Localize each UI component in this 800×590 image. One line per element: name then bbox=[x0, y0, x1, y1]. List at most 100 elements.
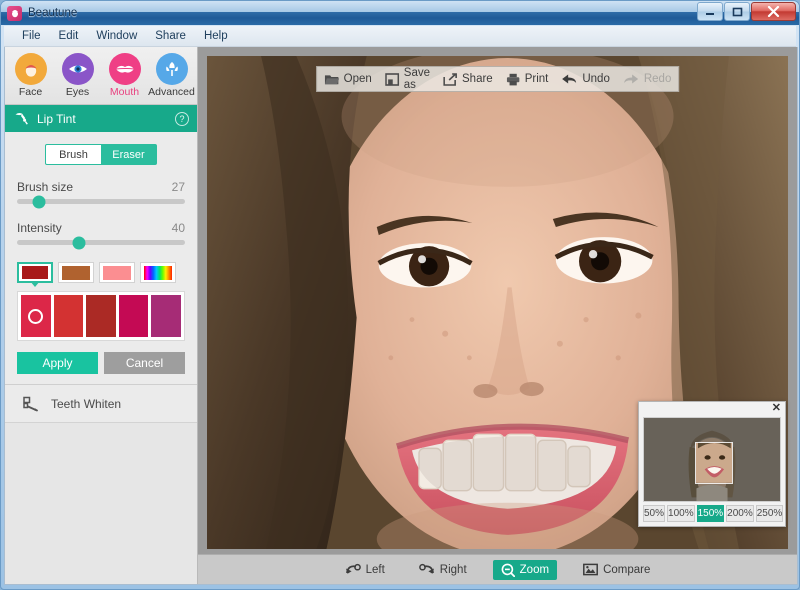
pink-swatch-fill bbox=[103, 266, 131, 280]
application-window: Beautune File Edit Window Share Help bbox=[0, 0, 800, 590]
undo-arrow-icon bbox=[561, 73, 577, 85]
close-button[interactable] bbox=[751, 2, 796, 21]
maximize-button[interactable] bbox=[724, 2, 750, 21]
zoom-level-buttons: 50% 100% 150% 200% 250% bbox=[643, 505, 781, 522]
lip-tint-controls: Brush Eraser Brush size 27 Intensity 40 bbox=[5, 132, 197, 385]
category-advanced[interactable]: Advanced bbox=[149, 53, 195, 98]
redo-button[interactable]: Redo bbox=[623, 73, 672, 85]
rainbow-swatch[interactable] bbox=[140, 262, 176, 283]
zoom-level-50[interactable]: 50% bbox=[643, 505, 665, 522]
palette-color-3[interactable] bbox=[86, 295, 116, 337]
section-title: Lip Tint bbox=[37, 112, 76, 126]
print-button[interactable]: Print bbox=[506, 73, 549, 86]
category-eyes[interactable]: Eyes bbox=[55, 53, 101, 98]
brush-size-thumb[interactable] bbox=[32, 195, 45, 208]
print-label: Print bbox=[525, 73, 549, 85]
intensity-slider[interactable] bbox=[17, 240, 185, 245]
title-bar-left: Beautune bbox=[1, 1, 77, 25]
intensity-row: Intensity 40 bbox=[17, 221, 185, 235]
cancel-button[interactable]: Cancel bbox=[104, 352, 185, 374]
zoom-level-200[interactable]: 200% bbox=[726, 505, 754, 522]
canvas-area: Open Save as Share bbox=[198, 47, 797, 584]
eye-icon bbox=[62, 53, 94, 85]
rotate-right-button[interactable]: Right bbox=[411, 560, 475, 579]
rotate-left-button[interactable]: Left bbox=[337, 560, 393, 579]
lip-tint-icon bbox=[13, 111, 30, 127]
intensity-value: 40 bbox=[172, 221, 185, 235]
zoom-button[interactable]: Zoom bbox=[493, 560, 557, 580]
zoom-icon bbox=[501, 563, 515, 577]
dark-red-swatch-fill bbox=[22, 266, 48, 279]
brown-swatch[interactable] bbox=[58, 262, 94, 283]
apply-button[interactable]: Apply bbox=[17, 352, 98, 374]
face-icon bbox=[15, 53, 47, 85]
teeth-whiten-label: Teeth Whiten bbox=[51, 397, 121, 411]
undo-button[interactable]: Undo bbox=[561, 73, 610, 85]
brush-size-value: 27 bbox=[172, 180, 185, 194]
share-label: Share bbox=[462, 73, 493, 85]
save-as-label: Save as bbox=[404, 67, 430, 91]
zoom-label: Zoom bbox=[520, 564, 549, 576]
compare-button[interactable]: Compare bbox=[575, 560, 658, 579]
printer-icon bbox=[506, 73, 520, 86]
brush-mode-button[interactable]: Brush bbox=[46, 145, 101, 164]
dark-red-swatch[interactable] bbox=[17, 262, 53, 283]
intensity-label: Intensity bbox=[17, 221, 62, 235]
section-teeth-whiten[interactable]: Teeth Whiten bbox=[5, 385, 197, 423]
category-eyes-label: Eyes bbox=[66, 86, 89, 98]
share-icon bbox=[443, 73, 457, 86]
palette-color-4[interactable] bbox=[119, 295, 149, 337]
rotate-right-label: Right bbox=[440, 564, 467, 576]
brush-eraser-toggle: Brush Eraser bbox=[45, 144, 157, 165]
palette-color-2[interactable] bbox=[54, 295, 84, 337]
rainbow-swatch-fill bbox=[144, 266, 172, 280]
category-mouth[interactable]: Mouth bbox=[102, 53, 148, 98]
menu-item-share[interactable]: Share bbox=[146, 27, 195, 45]
save-as-button[interactable]: Save as bbox=[385, 67, 430, 91]
menu-item-file[interactable]: File bbox=[13, 27, 50, 45]
brush-size-slider[interactable] bbox=[17, 199, 185, 204]
intensity-thumb[interactable] bbox=[73, 236, 86, 249]
advanced-icon bbox=[156, 53, 188, 85]
brush-size-row: Brush size 27 bbox=[17, 180, 185, 194]
redo-arrow-icon bbox=[623, 73, 639, 85]
menu-item-window[interactable]: Window bbox=[87, 27, 146, 45]
zoom-level-100[interactable]: 100% bbox=[667, 505, 695, 522]
menu-item-help[interactable]: Help bbox=[195, 27, 237, 45]
help-icon[interactable]: ? bbox=[175, 112, 189, 126]
rotate-right-icon bbox=[419, 563, 435, 576]
palette-color-5[interactable] bbox=[151, 295, 181, 337]
window-controls bbox=[697, 2, 796, 21]
menu-item-edit[interactable]: Edit bbox=[50, 27, 88, 45]
category-mouth-label: Mouth bbox=[110, 86, 139, 98]
close-icon[interactable]: ✕ bbox=[772, 403, 781, 414]
share-button[interactable]: Share bbox=[443, 73, 493, 86]
bottom-toolbar: Left Right Zoom bbox=[198, 554, 797, 584]
category-advanced-label: Advanced bbox=[148, 86, 195, 98]
compare-label: Compare bbox=[603, 564, 650, 576]
brown-swatch-fill bbox=[62, 266, 90, 280]
zoom-level-250[interactable]: 250% bbox=[756, 505, 784, 522]
zoom-navigator-popup: ✕ bbox=[638, 401, 786, 527]
active-category-pointer bbox=[117, 105, 131, 111]
window-title: Beautune bbox=[28, 7, 77, 19]
viewport-rectangle[interactable] bbox=[696, 443, 733, 483]
image-toolbar: Open Save as Share bbox=[316, 66, 680, 92]
color-category-swatches bbox=[17, 262, 185, 283]
category-face-label: Face bbox=[19, 86, 42, 98]
open-button[interactable]: Open bbox=[324, 73, 372, 86]
eraser-mode-button[interactable]: Eraser bbox=[101, 145, 156, 164]
pink-swatch[interactable] bbox=[99, 262, 135, 283]
category-face[interactable]: Face bbox=[8, 53, 54, 98]
portrait-thumbnail[interactable] bbox=[643, 417, 781, 502]
palette-color-1[interactable] bbox=[21, 295, 51, 337]
redo-label: Redo bbox=[644, 73, 672, 85]
minimize-button[interactable] bbox=[697, 2, 723, 21]
viewport-content bbox=[696, 443, 733, 483]
zoom-level-150[interactable]: 150% bbox=[697, 505, 725, 522]
app-body: Face Eyes bbox=[4, 47, 798, 585]
menu-bar: File Edit Window Share Help bbox=[4, 26, 796, 47]
compare-icon bbox=[583, 563, 598, 576]
open-label: Open bbox=[344, 73, 372, 85]
section-header-lip-tint[interactable]: Lip Tint ? bbox=[5, 105, 197, 132]
